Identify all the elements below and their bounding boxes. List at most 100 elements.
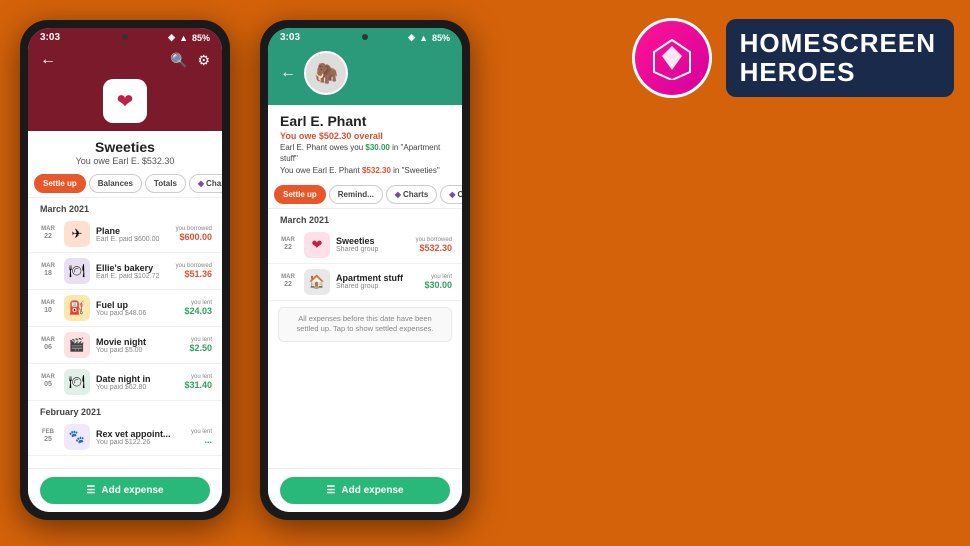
phone2-header-left: ← 🦣 <box>280 51 348 95</box>
phone2-owe-detail2: You owe Earl E. Phant $532.30 in "Sweeti… <box>280 165 450 176</box>
phone2-camera <box>362 34 368 40</box>
avatar-emoji: 🦣 <box>314 61 339 86</box>
expense-date: Mar 22 <box>278 274 298 290</box>
phone1-header-icons: 🔍 ⚙ <box>170 52 210 69</box>
list-icon: ☰ <box>86 485 95 496</box>
table-row[interactable]: Mar 22 ✈ Plane Earl E. paid $600.00 you … <box>28 216 222 253</box>
phone1-battery: 85% <box>192 33 210 43</box>
phone2-signal-icon: ▲ <box>419 33 428 43</box>
phone2-tab-charts[interactable]: ◆ Charts <box>386 185 438 204</box>
expense-details: Sweeties Shared group <box>336 236 410 253</box>
phone1-tabs: Settle up Balances Totals ◆ Cha... <box>28 170 222 198</box>
hero-banner: HOMESCREEN HEROES <box>632 18 954 98</box>
phone1-heart-icon: ❤ <box>117 89 134 114</box>
amount-green: $30.00 <box>365 143 389 152</box>
hero-icon <box>632 18 712 98</box>
phone1-section-feb: February 2021 <box>28 401 222 419</box>
phone1-settings-icon[interactable]: ⚙ <box>197 52 210 69</box>
phone1-name-area: Sweeties You owe Earl E. $532.30 <box>28 131 222 170</box>
expense-details: Ellie's bakery Earl E. paid $102.72 <box>96 263 170 280</box>
table-row[interactable]: Mar 06 🎬 Movie night You paid $5.00 you … <box>28 327 222 364</box>
phone1-time: 3:03 <box>40 32 60 43</box>
phone1-section-march: March 2021 <box>28 198 222 216</box>
table-row[interactable]: Mar 18 🍽 Ellie's bakery Earl E. paid $10… <box>28 253 222 290</box>
phone2-screen: 3:03 ◈ ▲ 85% ← 🦣 Ea <box>268 28 462 512</box>
hero-title-line1: HOMESCREEN <box>740 29 936 58</box>
phone1-tab-charts[interactable]: ◆ Cha... <box>189 174 222 193</box>
table-row[interactable]: Mar 22 🏠 Apartment stuff Shared group yo… <box>268 264 462 301</box>
expense-details: Movie night You paid $5.00 <box>96 337 183 354</box>
expense-details: Date night in You paid $62.80 <box>96 374 178 391</box>
phone1-add-expense-button[interactable]: ☰ Add expense <box>40 477 210 504</box>
phone2-avatar: 🦣 <box>304 51 348 95</box>
phone1-signal-icon: ▲ <box>179 33 188 43</box>
phone2-tab-settle[interactable]: Settle up <box>274 185 326 204</box>
phone2-owe-overall: You owe $502.30 overall <box>280 131 450 141</box>
phone1-expense-list: Mar 22 ✈ Plane Earl E. paid $600.00 you … <box>28 216 222 468</box>
phone1-tab-balances[interactable]: Balances <box>89 174 142 193</box>
phone1-add-expense-label: Add expense <box>101 485 163 496</box>
phone2-wifi-icon: ◈ <box>408 32 415 43</box>
table-row[interactable]: Mar 10 ⛽ Fuel up You paid $48.06 you len… <box>28 290 222 327</box>
expense-date: Mar 05 <box>38 374 58 390</box>
expense-amount: you lent $31.40 <box>184 374 212 390</box>
phone1-back-button[interactable]: ← <box>40 51 56 69</box>
phone1-camera <box>122 34 128 40</box>
phone2-back-button[interactable]: ← <box>280 64 296 82</box>
phone2-diamond-icon1: ◆ <box>395 190 401 199</box>
expense-date: Mar 10 <box>38 300 58 316</box>
hero-title-box: HOMESCREEN HEROES <box>726 19 954 96</box>
expense-date: Mar 22 <box>278 237 298 253</box>
expense-details: Rex vet appoint... You paid $122.26 <box>96 429 185 446</box>
phone1-status-icons: ◈ ▲ 85% <box>168 32 210 43</box>
expense-amount: you lent $24.03 <box>184 300 212 316</box>
expense-icon: 🎬 <box>64 332 90 358</box>
phone2-tab-more[interactable]: ◆ C... <box>440 185 462 204</box>
expense-date: Mar 18 <box>38 263 58 279</box>
phone2-battery: 85% <box>432 33 450 43</box>
phone1-screen: 3:03 ◈ ▲ 85% ← 🔍 ⚙ ❤ <box>28 28 222 512</box>
expense-amount: you lent ... <box>191 429 212 445</box>
phone1-logo-area: ❤ <box>28 79 222 131</box>
phone2: 3:03 ◈ ▲ 85% ← 🦣 Ea <box>260 20 470 520</box>
phone2-section-march: March 2021 <box>268 209 462 227</box>
phone2-add-bar: ☰ Add expense <box>268 468 462 512</box>
phone2-status-icons: ◈ ▲ 85% <box>408 32 450 43</box>
phone2-tabs: Settle up Remind... ◆ Charts ◆ C... <box>268 181 462 209</box>
phone2-add-expense-label: Add expense <box>341 485 403 496</box>
table-row[interactable]: Mar 05 🍽 Date night in You paid $62.80 y… <box>28 364 222 401</box>
phone1-header-left: ← <box>40 51 56 69</box>
expense-details: Plane Earl E. paid $600.00 <box>96 226 170 243</box>
list-icon2: ☰ <box>326 485 335 496</box>
phone1: 3:03 ◈ ▲ 85% ← 🔍 ⚙ ❤ <box>20 20 230 520</box>
expense-date: Mar 22 <box>38 226 58 242</box>
expense-amount: you borrowed $532.30 <box>416 237 452 253</box>
settled-notice[interactable]: All expenses before this date have been … <box>278 307 452 342</box>
expense-amount: you lent $2.50 <box>189 337 212 353</box>
expense-amount: you borrowed $51.36 <box>176 263 212 279</box>
expense-details: Apartment stuff Shared group <box>336 273 418 290</box>
expense-icon: ⛽ <box>64 295 90 321</box>
expense-amount: you borrowed $600.00 <box>176 226 212 242</box>
phone1-wifi-icon: ◈ <box>168 32 175 43</box>
phone2-add-expense-button[interactable]: ☰ Add expense <box>280 477 450 504</box>
phone2-contact-name: Earl E. Phant <box>280 113 450 129</box>
phone1-diamond-icon: ◆ <box>198 179 204 188</box>
phone1-tab-settle[interactable]: Settle up <box>34 174 86 193</box>
expense-date: Mar 06 <box>38 337 58 353</box>
phone2-tab-remind[interactable]: Remind... <box>329 185 383 204</box>
phone1-tab-totals[interactable]: Totals <box>145 174 186 193</box>
expense-icon: ❤ <box>304 232 330 258</box>
phone2-time: 3:03 <box>280 32 300 43</box>
table-row[interactable]: Mar 22 ❤ Sweeties Shared group you borro… <box>268 227 462 264</box>
expense-icon: 🍽 <box>64 369 90 395</box>
expense-details: Fuel up You paid $48.06 <box>96 300 178 317</box>
table-row[interactable]: Feb 25 🐾 Rex vet appoint... You paid $12… <box>28 419 222 456</box>
phones-container: 3:03 ◈ ▲ 85% ← 🔍 ⚙ ❤ <box>20 20 470 520</box>
phone1-app-logo: ❤ <box>103 79 147 123</box>
phone1-search-icon[interactable]: 🔍 <box>170 52 187 69</box>
phone2-contact-area: Earl E. Phant You owe $502.30 overall Ea… <box>268 105 462 181</box>
phone2-app-header: ← 🦣 <box>268 45 462 105</box>
expense-icon: 🐾 <box>64 424 90 450</box>
phone2-owe-detail1: Earl E. Phant owes you $30.00 in "Apartm… <box>280 142 450 164</box>
